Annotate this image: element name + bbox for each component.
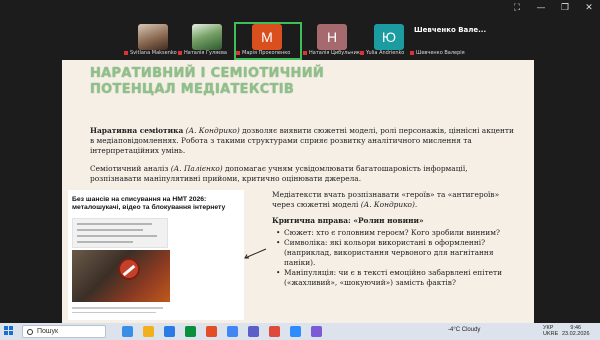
windows-start-icon[interactable] xyxy=(4,326,14,336)
participant-header-name: Шевченко Вале... xyxy=(414,26,487,34)
paragraph-semiotic-analysis: Семіотичний аналіз (А. Палієнко) допомаг… xyxy=(90,164,520,184)
taskbar-app-icon[interactable] xyxy=(185,326,196,337)
taskbar-app-icon[interactable] xyxy=(143,326,154,337)
language-bottom: UKRE xyxy=(543,331,559,337)
clock-date: 23.02.2026 xyxy=(562,331,590,337)
term-bold: Наративна семіотика xyxy=(90,126,184,135)
slide-title-line-1: НАРАТИВНИЙ І СЕМІОТИЧНИЙ xyxy=(90,66,325,81)
restore-icon[interactable]: ❐ xyxy=(560,3,570,13)
participant-avatar: Ю xyxy=(374,24,404,50)
participant-name: Шевченко Валерія xyxy=(410,50,490,56)
fullscreen-icon[interactable]: ⛶ xyxy=(512,3,522,13)
news-screenshot: Без шансів на списування на НМТ 2026: ме… xyxy=(68,190,244,320)
paragraph-text: Семіотичний аналіз xyxy=(90,164,171,173)
taskbar-app-icon[interactable] xyxy=(290,326,301,337)
paragraph-narrative-semiotics: Наративна семіотика (А. Кондрико) дозвол… xyxy=(90,126,520,156)
taskbar-app-icon[interactable] xyxy=(311,326,322,337)
slide-title: НАРАТИВНИЙ І СЕМІОТИЧНИЙ ПОТЕНЦАЛ МЕДІАТ… xyxy=(90,66,324,98)
participant-tile-active[interactable]: M Марія Прокопенко xyxy=(234,22,302,60)
shared-slide: НАРАТИВНИЙ І СЕМІОТИЧНИЙ ПОТЕНЦАЛ МЕДІАТ… xyxy=(62,60,534,323)
arrow-icon xyxy=(244,248,267,259)
language-indicator[interactable]: УКР UKRE xyxy=(543,325,558,337)
taskbar-app-icon[interactable] xyxy=(164,326,175,337)
participant-name: Марія Прокопенко xyxy=(236,50,300,56)
list-item: Символіка: які кольори використані в офо… xyxy=(272,238,522,268)
task-title: Критична вправа: «Ролин новини» xyxy=(272,216,424,225)
news-headline: Без шансів на списування на НМТ 2026: ме… xyxy=(72,196,226,211)
task-list: Сюжет: хто є головним героєм? Кого зроби… xyxy=(272,228,522,288)
search-icon xyxy=(27,329,33,335)
taskbar: Пошук -4°C Cloudy УКР UKRE 9:46 23.02.20… xyxy=(0,323,600,340)
news-summary-box xyxy=(72,218,168,248)
search-label: Пошук xyxy=(37,327,59,335)
taskbar-app-icon[interactable] xyxy=(206,326,217,337)
author-ref: (А. Кондрико) xyxy=(185,126,240,135)
participant-name: Наталія Цибульник xyxy=(303,50,367,56)
participant-photo xyxy=(138,24,168,50)
author-ref: (А. Кондрико) xyxy=(360,200,415,209)
window-controls: ⛶ — ❐ ✕ xyxy=(512,3,594,13)
participant-avatar: M xyxy=(252,24,282,50)
taskbar-search[interactable]: Пошук xyxy=(22,325,106,338)
intro-text-end: . xyxy=(414,200,418,209)
slide-title-line-2: ПОТЕНЦАЛ МЕДІАТЕКСТІВ xyxy=(90,82,295,97)
participant-photo xyxy=(192,24,222,50)
participant-avatar: H xyxy=(317,24,347,50)
clock[interactable]: 9:46 23.02.2026 xyxy=(562,325,590,337)
taskbar-app-icon[interactable] xyxy=(227,326,238,337)
participant-tile[interactable]: Шевченко Вале... Шевченко Валерія xyxy=(410,24,490,58)
taskbar-app-icon[interactable] xyxy=(269,326,280,337)
participant-tile[interactable]: Svitlana Maksenko xyxy=(124,24,184,58)
media-text-intro: Медіатексти вчать розпізнавати «героїв» … xyxy=(272,190,522,210)
author-ref: (А. Палієнко) xyxy=(170,164,223,173)
weather-widget[interactable]: -4°C Cloudy xyxy=(448,327,480,333)
list-item: Сюжет: хто є головним героєм? Кого зроби… xyxy=(272,228,522,238)
participant-name: Наталія Гуляєва xyxy=(178,50,242,56)
participant-tile[interactable]: H Наталія Цибульник xyxy=(303,24,363,58)
media-text-block: Медіатексти вчать розпізнавати «героїв» … xyxy=(272,190,522,288)
minimize-icon[interactable]: — xyxy=(536,3,546,13)
taskbar-app-icon[interactable] xyxy=(248,326,259,337)
news-photo xyxy=(72,250,170,302)
no-phone-icon xyxy=(118,258,140,280)
close-icon[interactable]: ✕ xyxy=(584,3,594,13)
news-body-text xyxy=(72,304,168,313)
participant-tile[interactable]: Наталія Гуляєва xyxy=(178,24,238,58)
list-item: Маніпуляція: чи є в тексті емоційно заба… xyxy=(272,268,522,288)
participant-strip: Svitlana Maksenko Наталія Гуляєва M Марі… xyxy=(0,22,600,60)
taskbar-app-icon[interactable] xyxy=(122,326,133,337)
